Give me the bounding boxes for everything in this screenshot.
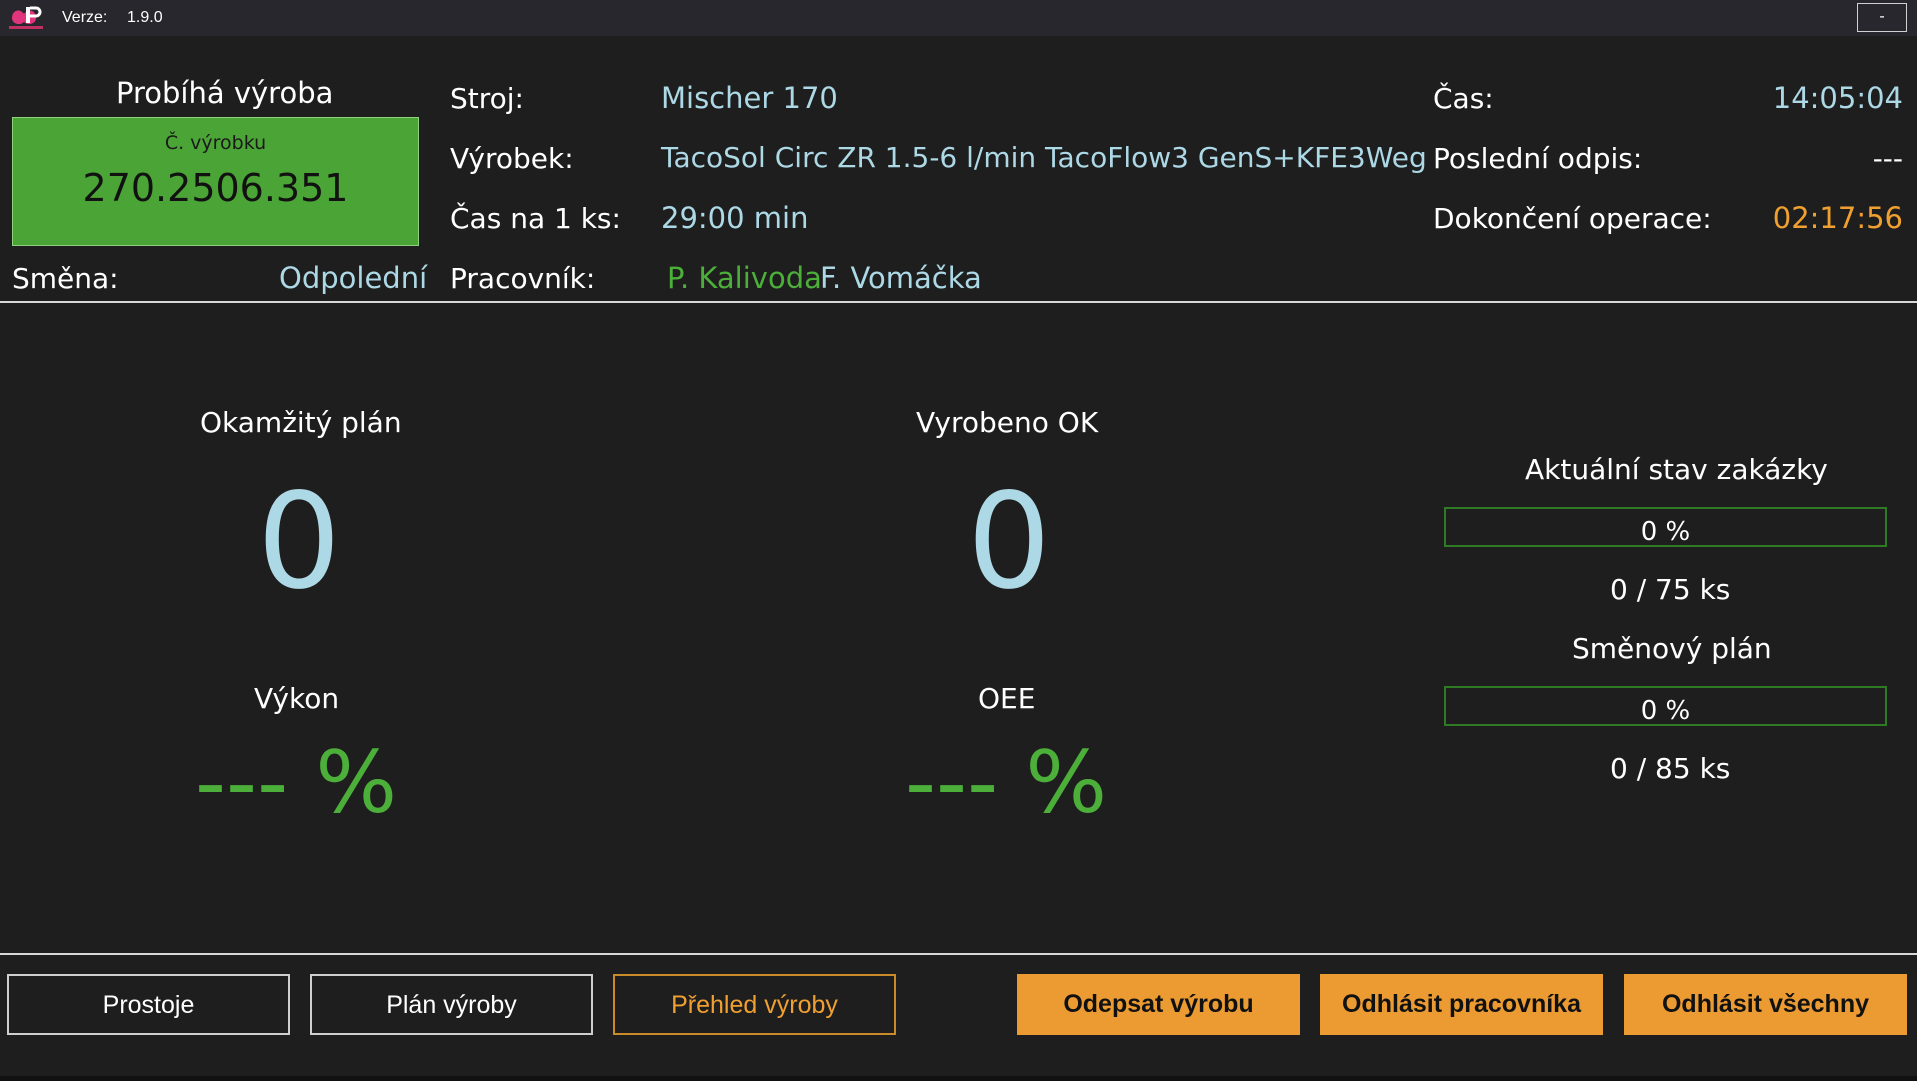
last-write-off-label: Poslední odpis: bbox=[1433, 142, 1643, 175]
production-overview-button[interactable]: Přehled výroby bbox=[613, 974, 896, 1035]
shift-label: Směna: bbox=[12, 262, 119, 295]
shift-plan-count-text: 0 / 85 ks bbox=[1610, 752, 1731, 785]
header-divider bbox=[0, 301, 1917, 303]
cycle-time-label: Čas na 1 ks: bbox=[450, 202, 621, 235]
bottom-strip bbox=[0, 1076, 1917, 1081]
order-progress-bar: 0 % bbox=[1444, 507, 1887, 547]
footer-divider bbox=[0, 953, 1917, 955]
performance-value: --- % bbox=[195, 733, 398, 833]
order-progress-text: 0 % bbox=[1640, 517, 1691, 547]
operation-finish-value: 02:17:56 bbox=[1772, 201, 1903, 235]
shift-value: Odpolední bbox=[279, 261, 428, 295]
product-label: Výrobek: bbox=[450, 142, 574, 175]
order-number-value: 270.2506.351 bbox=[82, 166, 349, 210]
product-value: TacoSol Circ ZR 1.5-6 l/min TacoFlow3 Ge… bbox=[661, 141, 1427, 174]
order-number-panel: Č. výrobku 270.2506.351 bbox=[12, 117, 419, 246]
title-bar: Verze: 1.9.0 - bbox=[0, 0, 1917, 36]
worker-label: Pracovník: bbox=[450, 262, 596, 295]
time-value: 14:05:04 bbox=[1772, 81, 1903, 115]
oee-value: --- % bbox=[905, 733, 1108, 833]
last-write-off-value: --- bbox=[1872, 142, 1903, 175]
logout-worker-button[interactable]: Odhlásit pracovníka bbox=[1320, 974, 1603, 1035]
shift-plan-progress-bar: 0 % bbox=[1444, 686, 1887, 726]
worker-name-2: F. Vomáčka bbox=[820, 261, 982, 295]
production-status-title: Probíhá výroba bbox=[116, 76, 334, 110]
machine-label: Stroj: bbox=[450, 82, 524, 115]
order-number-caption: Č. výrobku bbox=[164, 132, 267, 154]
operation-finish-label: Dokončení operace: bbox=[1433, 202, 1712, 235]
shift-plan-title: Směnový plán bbox=[1572, 632, 1772, 665]
cycle-time-value: 29:00 min bbox=[661, 201, 809, 235]
order-count-text: 0 / 75 ks bbox=[1610, 573, 1731, 606]
machine-value: Mischer 170 bbox=[661, 81, 838, 115]
current-plan-label: Okamžitý plán bbox=[200, 406, 402, 439]
app-logo-icon bbox=[9, 6, 43, 29]
produced-ok-value: 0 bbox=[967, 465, 1051, 619]
logout-all-button[interactable]: Odhlásit všechny bbox=[1624, 974, 1907, 1035]
shift-plan-progress-text: 0 % bbox=[1640, 696, 1691, 726]
current-plan-value: 0 bbox=[257, 465, 341, 619]
version-value: 1.9.0 bbox=[127, 9, 163, 26]
worker-name-1: P. Kalivoda bbox=[667, 261, 822, 295]
minimize-button[interactable]: - bbox=[1857, 3, 1907, 32]
time-label: Čas: bbox=[1433, 82, 1494, 115]
downtime-button[interactable]: Prostoje bbox=[7, 974, 290, 1035]
write-off-production-button[interactable]: Odepsat výrobu bbox=[1017, 974, 1300, 1035]
production-plan-button[interactable]: Plán výroby bbox=[310, 974, 593, 1035]
oee-label: OEE bbox=[978, 682, 1036, 715]
performance-label: Výkon bbox=[254, 682, 340, 715]
produced-ok-label: Vyrobeno OK bbox=[916, 406, 1099, 439]
order-status-title: Aktuální stav zakázky bbox=[1525, 453, 1828, 486]
version-label: Verze: bbox=[62, 9, 108, 26]
